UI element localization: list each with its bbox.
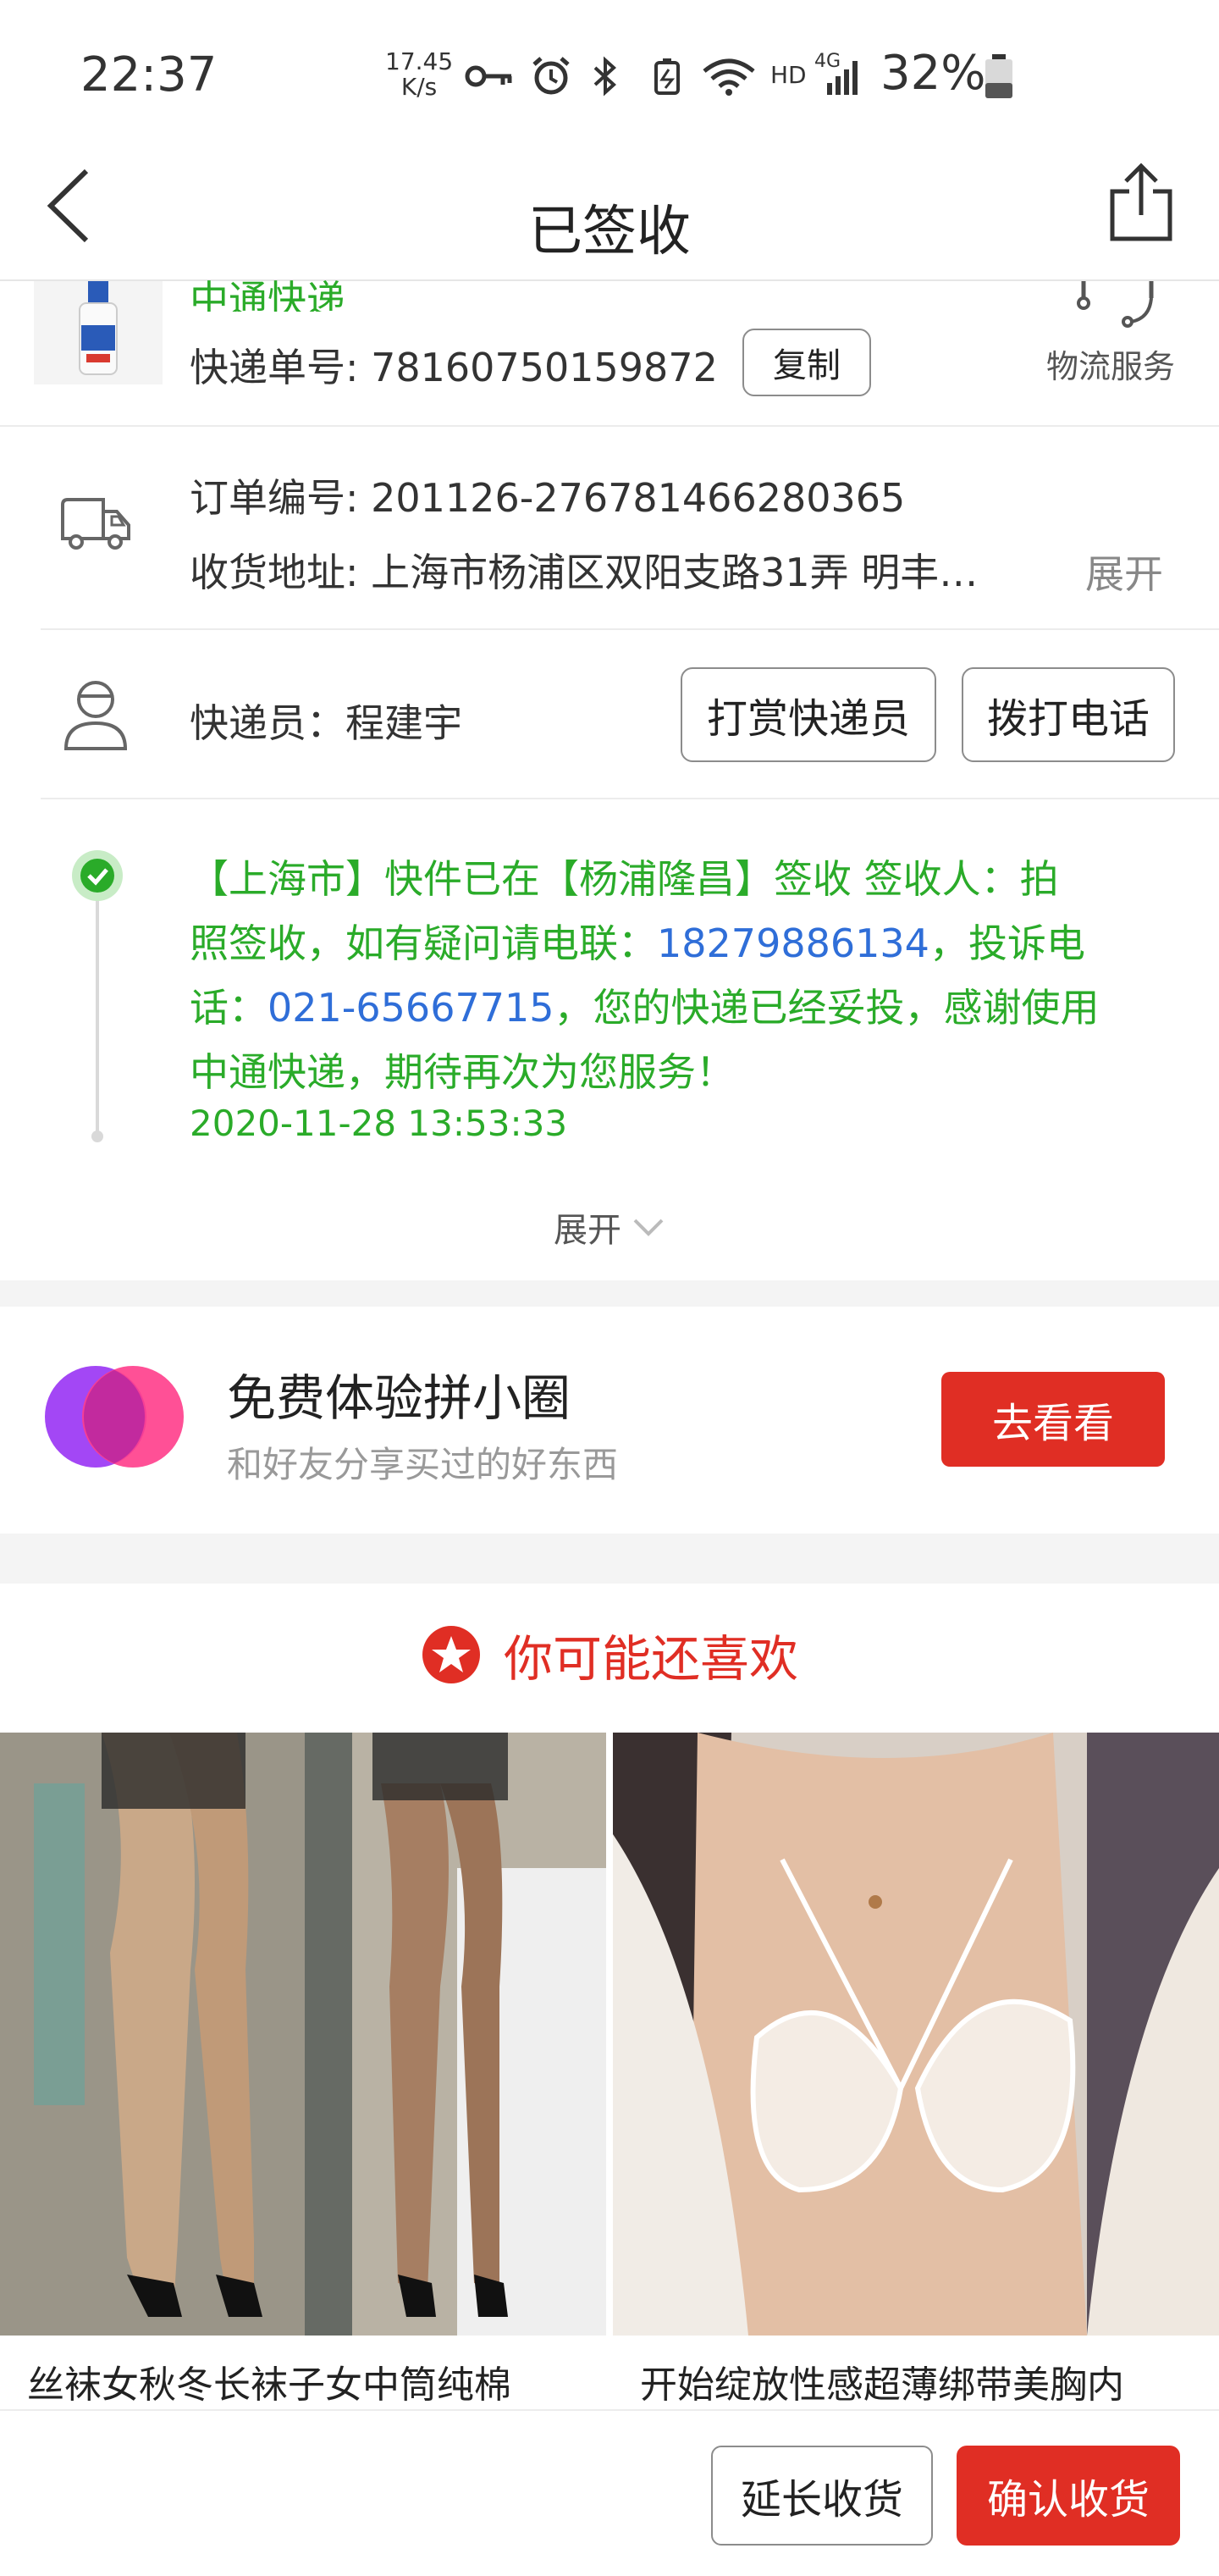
tracking-event-text: 【上海市】快件已在【杨浦隆昌】签收 签收人：拍 照签收，如有疑问请电联：1827… — [190, 847, 1189, 1104]
truck-icon — [61, 498, 130, 550]
chevron-down-icon — [633, 1219, 664, 1236]
confirm-receipt-button[interactable]: 确认收货 — [957, 2446, 1180, 2546]
net-speed-unit: K/s — [400, 73, 438, 101]
battery-icon — [985, 54, 1012, 98]
product-card-image[interactable] — [0, 1733, 606, 2336]
order-number: 订单编号: 201126-276781466280365 — [190, 475, 906, 521]
divider — [41, 798, 1219, 799]
shipping-address: 收货地址: 上海市杨浦区双阳支路31弄 明丰… — [190, 550, 979, 595]
page-title: 已签收 — [528, 201, 691, 263]
key-icon — [465, 65, 512, 87]
address-expand-link[interactable]: 展开 — [1085, 544, 1163, 600]
courier-avatar-icon — [63, 681, 128, 750]
extend-receipt-button[interactable]: 延长收货 — [711, 2446, 933, 2546]
signal-icon — [827, 61, 858, 95]
tracking-line: 照签收，如有疑问请电联：18279886134，投诉电 — [190, 911, 1189, 976]
status-time: 22:37 — [80, 47, 218, 102]
net-speed: 17.45 K/s — [385, 49, 453, 100]
tracking-line: 【上海市】快件已在【杨浦隆昌】签收 签收人：拍 — [190, 847, 1189, 911]
call-courier-button[interactable]: 拨打电话 — [962, 667, 1175, 762]
product-photo-stockings — [0, 1733, 606, 2336]
share-icon[interactable] — [1106, 163, 1177, 244]
star-badge-icon — [422, 1626, 480, 1683]
alarm-icon — [532, 57, 570, 95]
promo-title: 免费体验拼小圈 — [227, 1369, 571, 1427]
recommend-heading: 你可能还喜欢 — [0, 1619, 1219, 1690]
tracking-number: 快递单号: 78160750159872 — [190, 345, 718, 390]
carrier-name: 中通快递 — [190, 269, 345, 312]
product-photo-lingerie — [613, 1733, 1219, 2336]
product-title: 丝袜女秋冬长袜子女中筒纯棉 — [27, 2363, 511, 2407]
tracking-line: 中通快递，期待再次为您服务！ — [190, 1040, 1189, 1104]
pinxiaoquan-logo-icon — [45, 1366, 184, 1468]
battery-percent: 32% — [880, 46, 986, 101]
net-speed-value: 17.45 — [385, 47, 454, 75]
tracking-text: 中通快递，期待再次为您服务！ — [190, 1049, 735, 1095]
logistics-card — [0, 281, 1219, 1280]
bluetooth-icon — [593, 56, 616, 97]
tip-courier-button[interactable]: 打赏快递员 — [681, 667, 936, 762]
tracking-expand-label: 展开 — [554, 1211, 621, 1250]
tracking-text: ，投诉电 — [929, 920, 1085, 966]
product-card-footer[interactable]: 开始绽放性感超薄绑带美胸内 — [613, 2336, 1219, 2409]
courier-name: 快递员：程建宇 — [190, 700, 462, 746]
product-title: 开始绽放性感超薄绑带美胸内 — [640, 2363, 1124, 2407]
promo-subtitle: 和好友分享买过的好东西 — [227, 1444, 619, 1485]
timeline — [72, 850, 123, 1142]
tracking-timestamp: 2020-11-28 13:53:33 — [190, 1103, 568, 1144]
logistics-service-label[interactable]: 物流服务 — [1046, 340, 1175, 387]
wifi-icon — [703, 58, 755, 96]
tracking-text: 话： — [190, 985, 268, 1031]
tracking-expand-button[interactable]: 展开 — [0, 1202, 1219, 1252]
product-card-footer[interactable]: 丝袜女秋冬长袜子女中筒纯棉 — [0, 2336, 606, 2409]
tracking-text: 照签收，如有疑问请电联： — [190, 920, 657, 966]
tracking-text: 【上海市】快件已在【杨浦隆昌】签收 签收人：拍 — [190, 856, 1059, 902]
tracking-text: ，您的快递已经妥投，感谢使用 — [554, 985, 1100, 1031]
headset-icon[interactable] — [1075, 281, 1160, 329]
contact-phone-link[interactable]: 18279886134 — [657, 920, 929, 966]
tracking-line: 话：021-65667715，您的快递已经妥投，感谢使用 — [190, 976, 1189, 1040]
divider — [41, 628, 1219, 630]
carrier-name-text: 中通快递 — [190, 277, 345, 312]
divider — [0, 425, 1219, 427]
complaint-phone-link[interactable]: 021-65667715 — [268, 985, 554, 1031]
product-thumbnail[interactable] — [34, 281, 163, 384]
product-bottle-image — [34, 281, 163, 384]
recommend-heading-text: 你可能还喜欢 — [503, 1630, 798, 1688]
copy-button[interactable]: 复制 — [742, 329, 871, 396]
battery-saver-icon — [654, 58, 680, 95]
promo-go-button[interactable]: 去看看 — [941, 1372, 1165, 1467]
network-hd-label: HD — [770, 61, 807, 89]
product-card-image[interactable] — [613, 1733, 1219, 2336]
